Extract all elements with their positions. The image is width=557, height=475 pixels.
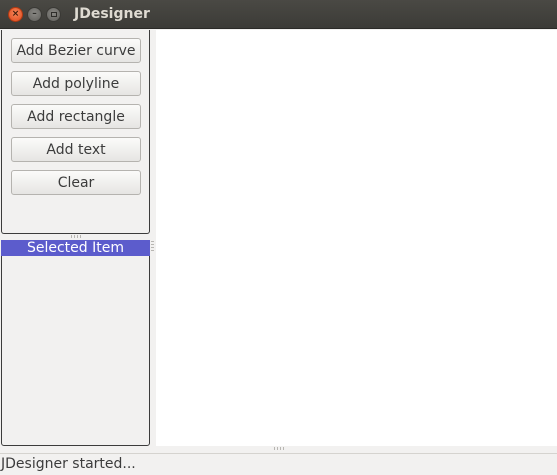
add-bezier-curve-button[interactable]: Add Bezier curve: [11, 38, 141, 63]
toolbar-panel: Add Bezier curve Add polyline Add rectan…: [1, 30, 150, 234]
vertical-splitter-handle[interactable]: [151, 241, 154, 251]
status-text: JDesigner started...: [1, 456, 136, 472]
title-bar[interactable]: × – JDesigner: [0, 0, 557, 29]
add-polyline-button[interactable]: Add polyline: [11, 71, 141, 96]
selected-item-panel: Selected Item: [1, 240, 150, 446]
horizontal-splitter-handle[interactable]: [71, 235, 81, 238]
clear-button[interactable]: Clear: [11, 170, 141, 195]
close-button[interactable]: ×: [8, 7, 23, 22]
drawing-canvas[interactable]: [156, 30, 557, 446]
minimize-button[interactable]: –: [27, 7, 42, 22]
add-text-button[interactable]: Add text: [11, 137, 141, 162]
app-window: × – JDesigner Add Bezier curve Add polyl…: [0, 0, 557, 475]
close-icon: ×: [11, 9, 20, 19]
maximize-icon: [50, 12, 57, 17]
bottom-splitter-handle[interactable]: [274, 447, 284, 450]
selected-item-header: Selected Item: [1, 240, 150, 256]
maximize-button[interactable]: [46, 7, 61, 22]
minimize-icon: –: [32, 9, 37, 19]
status-bar: JDesigner started...: [0, 453, 557, 475]
add-rectangle-button[interactable]: Add rectangle: [11, 104, 141, 129]
window-title: JDesigner: [74, 6, 150, 22]
